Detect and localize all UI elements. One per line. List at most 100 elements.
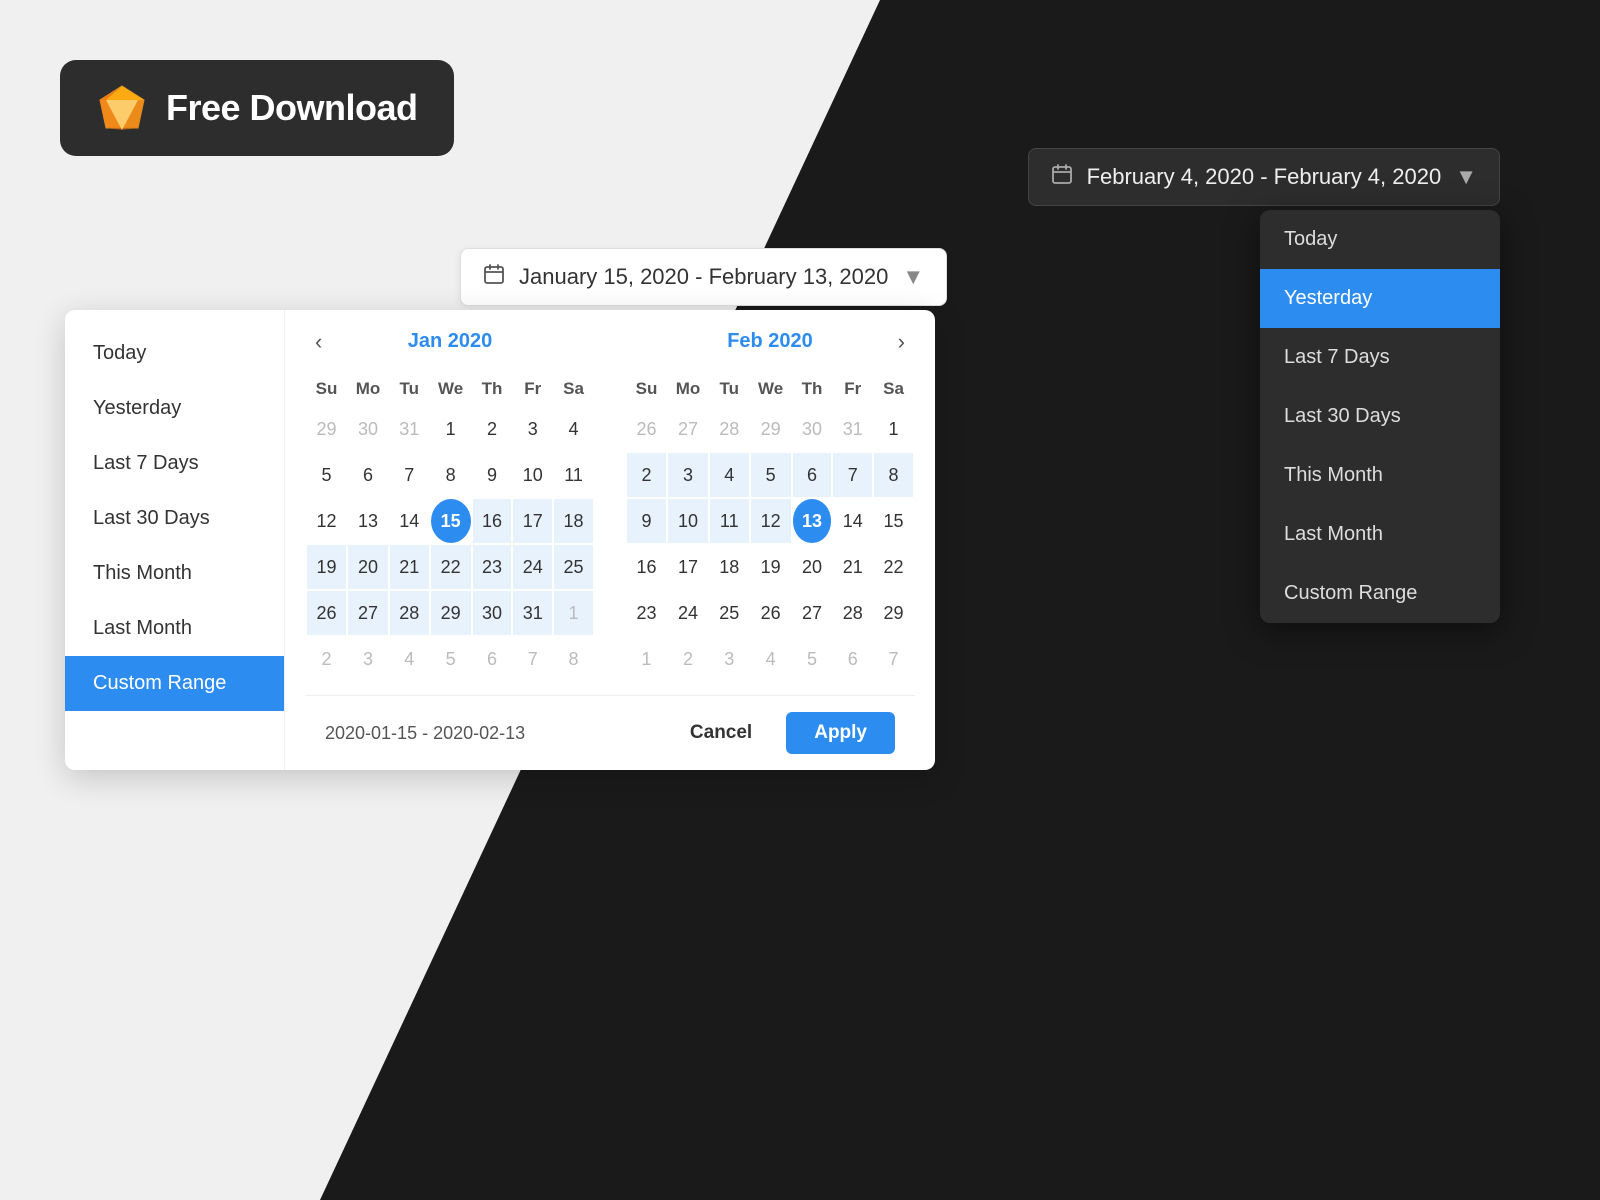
table-cell[interactable]: 11	[554, 453, 593, 497]
table-cell[interactable]: 18	[710, 545, 749, 589]
table-cell[interactable]: 30	[473, 591, 512, 635]
dark-preset-last7[interactable]: Last 7 Days	[1260, 328, 1500, 387]
table-cell[interactable]: 3	[710, 637, 749, 681]
table-cell[interactable]: 27	[668, 407, 708, 451]
table-cell[interactable]: 20	[348, 545, 388, 589]
table-cell[interactable]: 1	[627, 637, 666, 681]
table-cell[interactable]: 6	[473, 637, 512, 681]
table-cell[interactable]: 29	[751, 407, 791, 451]
dark-preset-thismonth[interactable]: This Month	[1260, 446, 1500, 505]
table-cell[interactable]: 22	[874, 545, 913, 589]
table-cell[interactable]: 5	[751, 453, 791, 497]
table-cell[interactable]: 7	[833, 453, 872, 497]
table-cell[interactable]: 5	[431, 637, 471, 681]
table-cell[interactable]: 4	[554, 407, 593, 451]
dark-preset-custom[interactable]: Custom Range	[1260, 564, 1500, 623]
table-cell[interactable]: 2	[627, 453, 666, 497]
table-cell[interactable]: 12	[751, 499, 791, 543]
table-cell[interactable]: 4	[710, 453, 749, 497]
table-cell[interactable]: 28	[833, 591, 872, 635]
table-cell[interactable]: 19	[751, 545, 791, 589]
date-trigger-dark[interactable]: February 4, 2020 - February 4, 2020 ▼	[1028, 148, 1500, 206]
preset-thismonth[interactable]: This Month	[65, 546, 284, 601]
table-cell[interactable]: 20	[793, 545, 832, 589]
table-cell[interactable]: 12	[307, 499, 346, 543]
table-cell-selected-start[interactable]: 15	[431, 499, 471, 543]
table-cell[interactable]: 4	[390, 637, 429, 681]
table-cell[interactable]: 16	[627, 545, 666, 589]
table-cell[interactable]: 6	[833, 637, 872, 681]
table-cell[interactable]: 8	[554, 637, 593, 681]
table-cell[interactable]: 11	[710, 499, 749, 543]
table-cell[interactable]: 3	[513, 407, 552, 451]
table-cell[interactable]: 7	[874, 637, 913, 681]
table-cell[interactable]: 27	[793, 591, 832, 635]
dark-preset-last30[interactable]: Last 30 Days	[1260, 387, 1500, 446]
table-cell[interactable]: 14	[833, 499, 872, 543]
table-cell[interactable]: 7	[513, 637, 552, 681]
dark-preset-yesterday[interactable]: Yesterday	[1260, 269, 1500, 328]
table-cell[interactable]: 13	[348, 499, 388, 543]
table-cell[interactable]: 10	[513, 453, 552, 497]
table-cell[interactable]: 5	[307, 453, 346, 497]
dark-preset-today[interactable]: Today	[1260, 210, 1500, 269]
preset-last30[interactable]: Last 30 Days	[65, 491, 284, 546]
table-cell[interactable]: 17	[668, 545, 708, 589]
apply-button[interactable]: Apply	[786, 712, 895, 754]
table-cell[interactable]: 23	[627, 591, 666, 635]
table-cell[interactable]: 4	[751, 637, 791, 681]
table-cell[interactable]: 15	[874, 499, 913, 543]
table-cell[interactable]: 17	[513, 499, 552, 543]
table-cell[interactable]: 10	[668, 499, 708, 543]
table-cell[interactable]: 30	[348, 407, 388, 451]
table-cell[interactable]: 29	[874, 591, 913, 635]
table-cell[interactable]: 31	[390, 407, 429, 451]
table-cell[interactable]: 31	[513, 591, 552, 635]
table-cell[interactable]: 9	[473, 453, 512, 497]
cancel-button[interactable]: Cancel	[672, 712, 770, 754]
table-cell[interactable]: 30	[793, 407, 832, 451]
table-cell[interactable]: 24	[668, 591, 708, 635]
table-cell[interactable]: 8	[874, 453, 913, 497]
table-cell[interactable]: 16	[473, 499, 512, 543]
table-cell[interactable]: 21	[390, 545, 429, 589]
table-cell[interactable]: 6	[348, 453, 388, 497]
table-cell[interactable]: 2	[668, 637, 708, 681]
prev-month-btn[interactable]: ‹	[305, 325, 332, 359]
table-cell[interactable]: 21	[833, 545, 872, 589]
table-cell[interactable]: 7	[390, 453, 429, 497]
table-cell[interactable]: 25	[710, 591, 749, 635]
next-month-btn[interactable]: ›	[888, 325, 915, 359]
preset-custom[interactable]: Custom Range	[65, 656, 284, 711]
table-cell[interactable]: 23	[473, 545, 512, 589]
table-cell[interactable]: 31	[833, 407, 872, 451]
table-cell[interactable]: 27	[348, 591, 388, 635]
table-cell[interactable]: 5	[793, 637, 832, 681]
table-cell[interactable]: 28	[390, 591, 429, 635]
preset-last7[interactable]: Last 7 Days	[65, 436, 284, 491]
preset-today[interactable]: Today	[65, 326, 284, 381]
table-cell[interactable]: 3	[668, 453, 708, 497]
table-cell[interactable]: 3	[348, 637, 388, 681]
table-cell[interactable]: 26	[307, 591, 346, 635]
table-cell[interactable]: 25	[554, 545, 593, 589]
table-cell[interactable]: 6	[793, 453, 832, 497]
table-cell[interactable]: 18	[554, 499, 593, 543]
table-cell[interactable]: 29	[307, 407, 346, 451]
table-cell[interactable]: 24	[513, 545, 552, 589]
table-cell[interactable]: 8	[431, 453, 471, 497]
table-cell[interactable]: 28	[710, 407, 749, 451]
table-cell[interactable]: 1	[554, 591, 593, 635]
preset-lastmonth[interactable]: Last Month	[65, 601, 284, 656]
table-cell[interactable]: 1	[874, 407, 913, 451]
table-cell-selected-end[interactable]: 13	[793, 499, 832, 543]
table-cell[interactable]: 9	[627, 499, 666, 543]
dark-preset-lastmonth[interactable]: Last Month	[1260, 505, 1500, 564]
table-cell[interactable]: 26	[627, 407, 666, 451]
preset-yesterday[interactable]: Yesterday	[65, 381, 284, 436]
table-cell[interactable]: 1	[431, 407, 471, 451]
date-trigger-light[interactable]: January 15, 2020 - February 13, 2020 ▼	[460, 248, 947, 306]
table-cell[interactable]: 2	[473, 407, 512, 451]
table-cell[interactable]: 22	[431, 545, 471, 589]
table-cell[interactable]: 19	[307, 545, 346, 589]
